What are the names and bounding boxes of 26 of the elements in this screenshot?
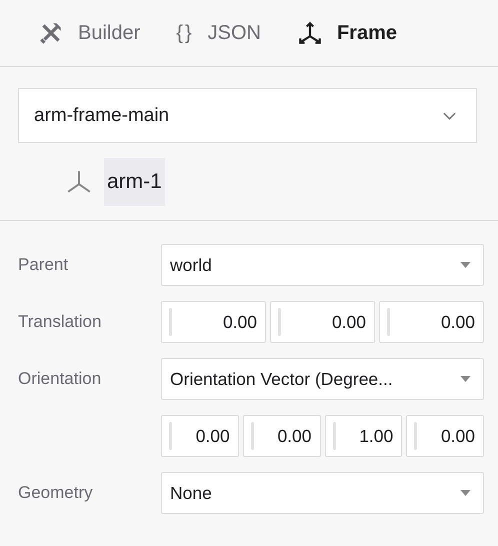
axes-icon — [66, 169, 92, 195]
tab[interactable]: Builder — [38, 20, 140, 46]
number-input[interactable]: 0.00 — [242, 415, 320, 457]
chevron-down-icon — [443, 112, 456, 120]
caret-icon — [460, 376, 471, 382]
frame-dropdown[interactable]: arm-frame-main — [18, 88, 477, 143]
number-input[interactable]: 0.00 — [270, 301, 375, 343]
tab[interactable]: Frame — [296, 20, 397, 46]
braces-icon: {} — [176, 22, 194, 44]
caret-icon — [460, 490, 471, 496]
field-label: Orientation — [18, 369, 102, 389]
number-input[interactable]: 0.00 — [161, 301, 266, 343]
select-field[interactable]: world — [161, 244, 484, 286]
select-field[interactable]: None — [161, 472, 484, 514]
number-input[interactable]: 1.00 — [324, 415, 402, 457]
number-input[interactable]: 0.00 — [406, 415, 484, 457]
tree-item[interactable]: arm-1 — [104, 158, 165, 206]
number-input[interactable]: 0.00 — [161, 415, 239, 457]
select-field[interactable]: Orientation Vector (Degree... — [161, 358, 484, 400]
number-input[interactable]: 0.00 — [379, 301, 484, 343]
tab[interactable]: {} JSON — [176, 22, 261, 44]
axes-icon — [296, 20, 323, 46]
field-label: Parent — [18, 255, 70, 275]
caret-icon — [460, 262, 471, 268]
field-label: Translation — [18, 312, 102, 332]
field-label: Geometry — [18, 483, 94, 503]
